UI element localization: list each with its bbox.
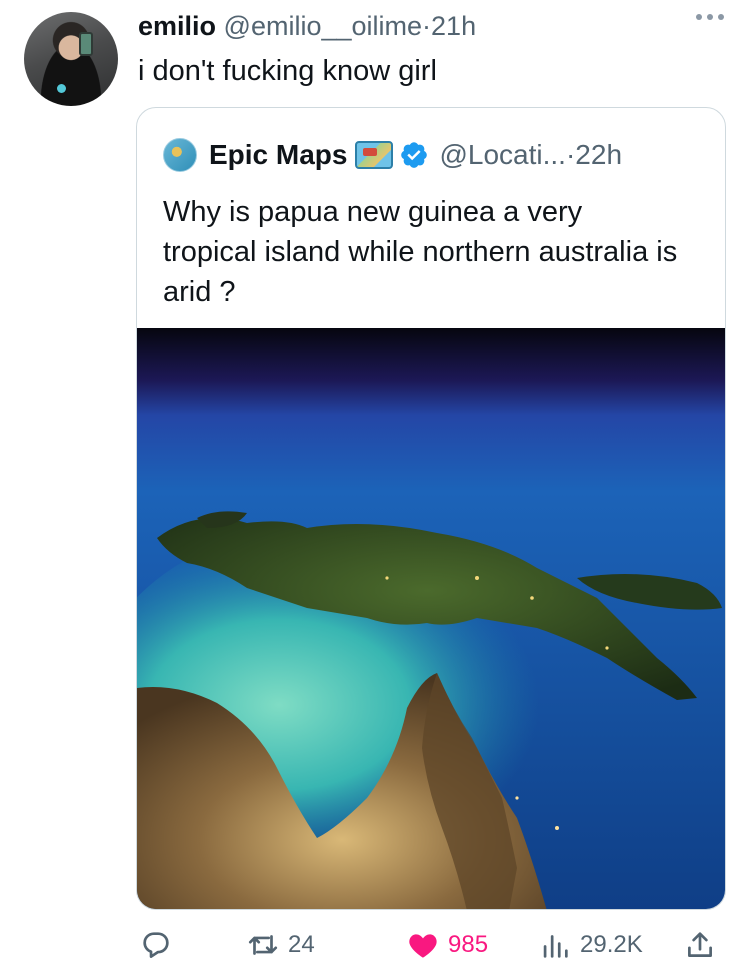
retweet-icon <box>248 935 278 955</box>
like-count: 985 <box>448 931 489 958</box>
more-dot <box>696 14 702 20</box>
retweet-count: 24 <box>288 931 315 958</box>
views-button[interactable]: 29.2K <box>538 928 643 962</box>
quote-meta-separator: · <box>565 139 576 170</box>
reply-icon <box>143 932 169 958</box>
author-handle[interactable]: @emilio__oilime <box>224 11 422 41</box>
quote-media-image[interactable] <box>137 328 725 909</box>
quote-author-avatar[interactable] <box>163 138 197 172</box>
retweet-button[interactable]: 24 <box>246 928 315 962</box>
author-avatar[interactable] <box>24 12 118 106</box>
quote-time[interactable]: 22h <box>575 139 622 171</box>
verified-badge-icon <box>401 142 428 168</box>
tweet-text: i don't fucking know girl <box>138 55 437 87</box>
action-bar: 24 985 29.2K <box>0 920 750 970</box>
more-dot <box>707 14 713 20</box>
like-button[interactable]: 985 <box>406 928 488 962</box>
avatar-badge-dot <box>57 84 66 93</box>
tweet-header: emilio @emilio__oilime·21h <box>138 9 476 43</box>
satellite-map-image <box>137 328 725 909</box>
author-name[interactable]: emilio <box>138 11 216 41</box>
more-dot <box>718 14 724 20</box>
map-emoji-icon <box>355 141 394 169</box>
analytics-icon <box>543 935 568 958</box>
heart-icon <box>409 934 437 958</box>
share-icon <box>688 932 712 957</box>
share-button[interactable] <box>683 928 725 962</box>
avatar-phone-detail <box>79 32 93 56</box>
more-options-icon[interactable] <box>696 14 724 20</box>
quote-author-handle[interactable]: @Locati... <box>439 139 565 171</box>
quoted-tweet[interactable]: Epic Maps @Locati... · 22h Why is papua ne… <box>136 107 726 910</box>
quote-author-name[interactable]: Epic Maps <box>209 139 347 171</box>
view-count: 29.2K <box>580 931 643 958</box>
reply-button[interactable] <box>139 928 181 962</box>
quote-header: Epic Maps @Locati... · 22h <box>163 138 622 172</box>
tweet-time[interactable]: 21h <box>431 11 476 41</box>
quote-text: Why is papua new guinea a very tropical … <box>163 196 678 308</box>
meta-separator: · <box>422 11 432 41</box>
